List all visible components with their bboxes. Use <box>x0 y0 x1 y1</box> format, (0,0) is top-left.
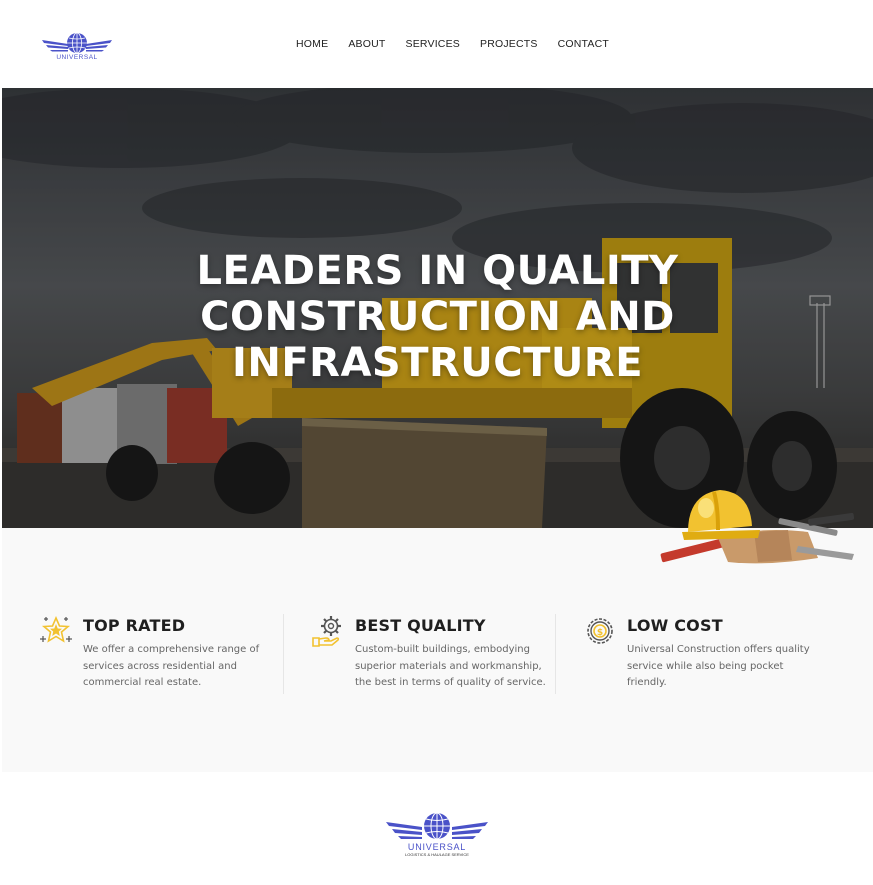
universal-logo[interactable]: UNIVERSAL <box>40 30 114 62</box>
hero-title: LEADERS IN QUALITY CONSTRUCTION AND INFR… <box>2 248 873 386</box>
footer-logo[interactable]: UNIVERSAL LOGISTICS & HAULAGE SERVICE <box>384 810 490 858</box>
nav-services[interactable]: SERVICES <box>405 38 460 50</box>
coin-gear-icon: $ <box>587 618 613 644</box>
hero-title-line-2: CONSTRUCTION AND <box>200 294 675 340</box>
nav-about[interactable]: ABOUT <box>348 38 385 50</box>
gear-hand-icon <box>312 616 341 647</box>
nav-home[interactable]: HOME <box>296 38 328 50</box>
feature-title: LOW COST <box>627 616 723 635</box>
feature-text: We offer a comprehensive range of servic… <box>83 644 260 689</box>
hero-title-line-3: INFRASTRUCTURE <box>231 340 644 386</box>
footer-logo-text: UNIVERSAL <box>408 842 466 852</box>
feature-text: Universal Construction offers quality se… <box>627 644 810 689</box>
feature-text: Custom-built buildings, embodying superi… <box>355 644 546 689</box>
helmet-tools-image <box>660 490 855 564</box>
logo-text: UNIVERSAL <box>56 54 97 61</box>
main-nav: HOME ABOUT SERVICES PROJECTS CONTACT <box>296 38 629 50</box>
hero-banner: LEADERS IN QUALITY CONSTRUCTION AND INFR… <box>2 88 873 528</box>
site-footer: UNIVERSAL LOGISTICS & HAULAGE SERVICE <box>0 772 873 885</box>
feature-title: BEST QUALITY <box>355 616 486 635</box>
svg-text:$: $ <box>597 628 603 638</box>
nav-contact[interactable]: CONTACT <box>558 38 609 50</box>
footer-logo-subtext: LOGISTICS & HAULAGE SERVICE <box>405 852 469 857</box>
feature-divider <box>555 614 556 694</box>
feature-divider <box>283 614 284 694</box>
feature-title: TOP RATED <box>83 616 186 635</box>
star-icon <box>40 616 72 643</box>
nav-projects[interactable]: PROJECTS <box>480 38 538 50</box>
hero-title-line-1: LEADERS IN QUALITY <box>196 248 679 294</box>
site-header: UNIVERSAL HOME ABOUT SERVICES PROJECTS C… <box>0 0 873 88</box>
